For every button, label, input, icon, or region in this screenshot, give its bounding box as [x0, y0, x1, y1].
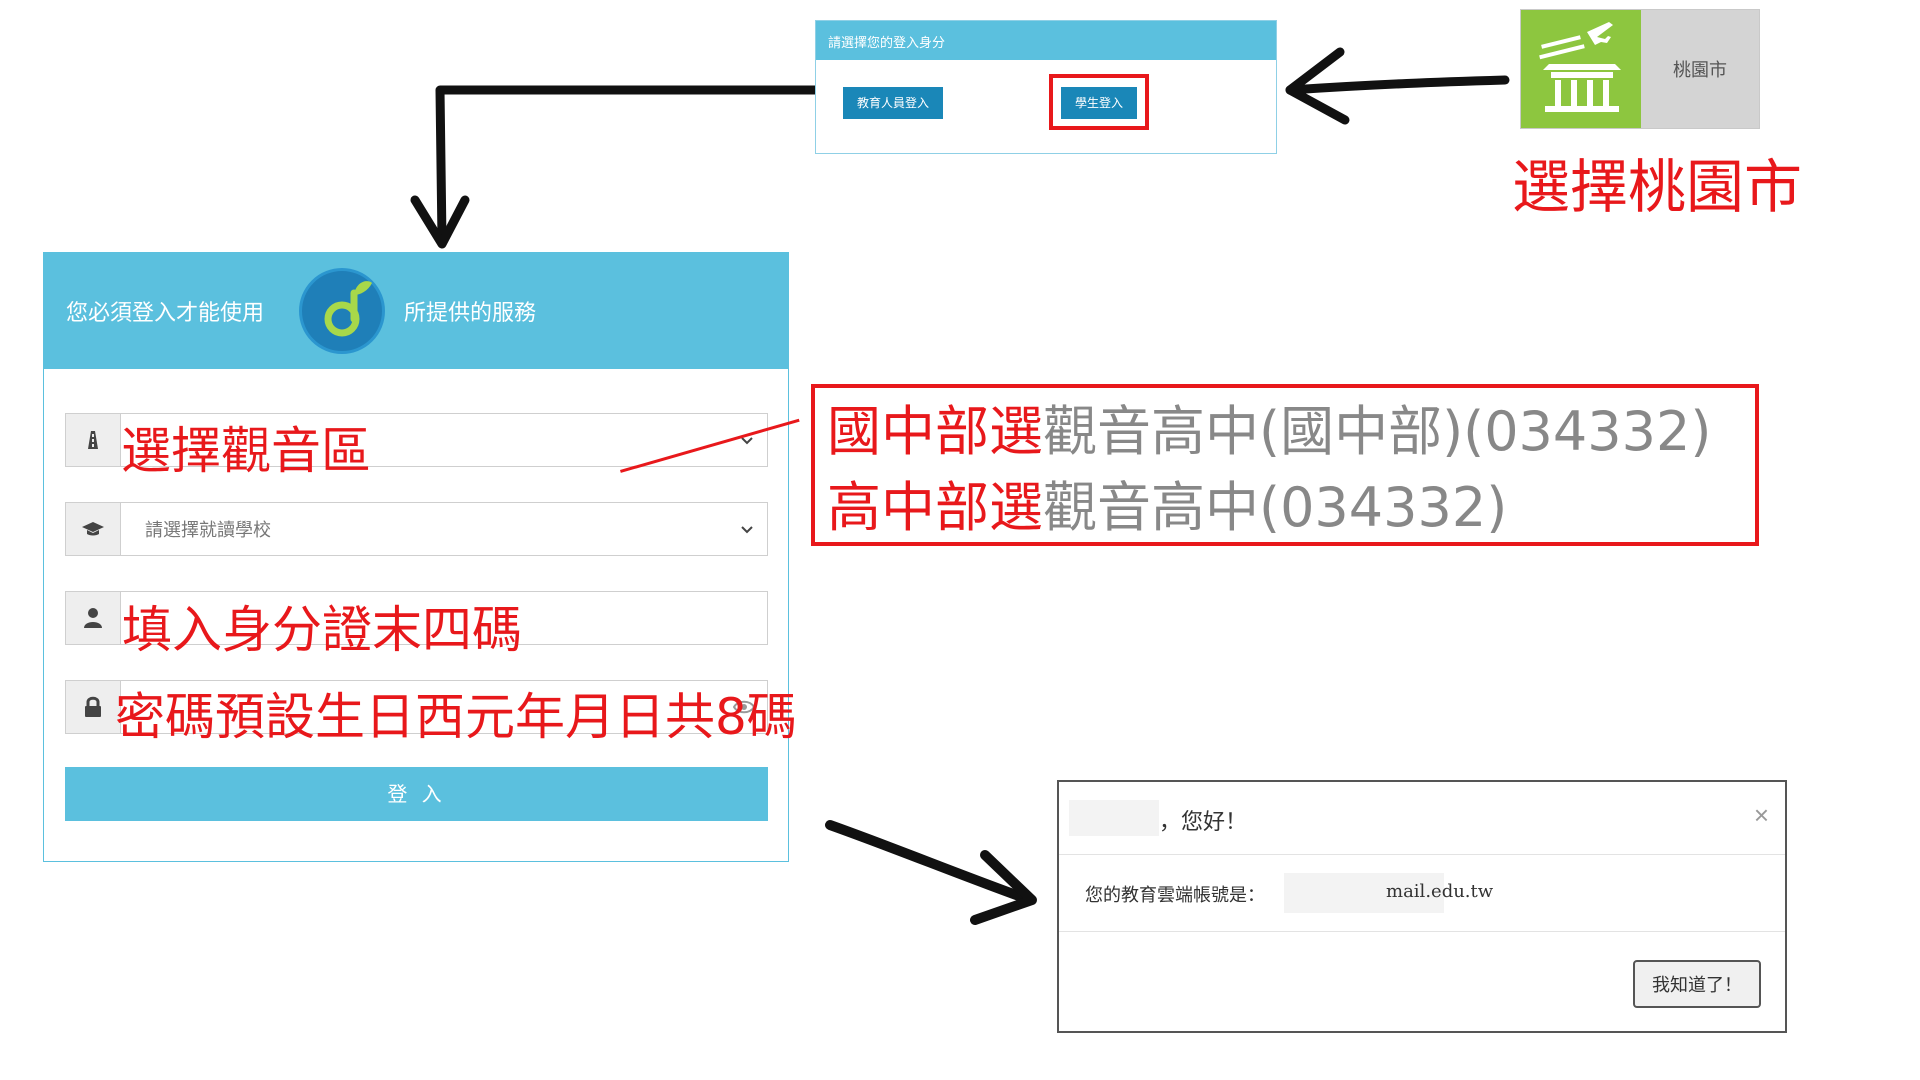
arrow-role-to-login-head: [410, 195, 470, 249]
role-panel-title: 請選擇您的登入身分: [816, 21, 1276, 60]
school-select[interactable]: 請選擇就讀學校: [65, 502, 768, 556]
arrow-login-to-dialog-head: [970, 850, 1037, 925]
temple-airplane-icon: [1539, 22, 1621, 112]
dialog-body: 您的教育雲端帳號是： mail.edu.tw: [1059, 855, 1785, 932]
lock-icon: [66, 681, 121, 733]
school-select-control[interactable]: 請選擇就讀學校: [121, 503, 767, 555]
close-icon[interactable]: ×: [1754, 800, 1769, 831]
login-header-right-text: 所提供的服務: [404, 301, 537, 326]
senior-school-name: 觀音高中(034332): [1043, 476, 1508, 539]
redacted-name: [1069, 800, 1159, 836]
school-choice-annotation: 國中部選觀音高中(國中部)(034332) 高中部選觀音高中(034332): [811, 384, 1759, 546]
city-icon: [1521, 10, 1641, 128]
annotation-password-birthday: 密碼預設生日西元年月日共8碼: [115, 688, 797, 746]
education-cloud-logo: [299, 268, 385, 354]
login-header-left-text: 您必須登入才能使用: [66, 301, 265, 326]
teacher-login-button[interactable]: 教育人員登入: [843, 87, 943, 119]
junior-prefix: 國中部選: [827, 400, 1043, 463]
city-name: 桃園市: [1641, 10, 1759, 128]
school-select-placeholder: 請選擇就讀學校: [145, 520, 271, 541]
city-tile-taoyuan[interactable]: 桃園市: [1520, 9, 1760, 129]
user-icon: [66, 592, 121, 644]
arrow-login-to-dialog: [825, 820, 1035, 905]
annotation-select-city: 選擇桃園市: [1512, 153, 1803, 221]
account-dialog: ，您好！ × 您的教育雲端帳號是： mail.edu.tw 我知道了！: [1057, 780, 1787, 1033]
dialog-greeting: ，您好！: [1159, 810, 1248, 835]
role-selection-panel: 請選擇您的登入身分 教育人員登入 學生登入: [815, 20, 1277, 154]
arrow-role-to-login: [435, 85, 820, 245]
senior-school-line: 高中部選觀音高中(034332): [827, 470, 1755, 546]
account-label: 您的教育雲端帳號是：: [1085, 885, 1265, 906]
chevron-down-icon: [741, 526, 753, 534]
login-header: 您必須登入才能使用 所提供的服務: [44, 253, 788, 369]
acknowledge-button[interactable]: 我知道了！: [1633, 960, 1761, 1008]
junior-school-name: 觀音高中(國中部)(034332): [1043, 400, 1712, 463]
graduation-cap-icon: [66, 503, 121, 555]
account-value: mail.edu.tw: [1386, 881, 1494, 902]
road-icon: [66, 414, 121, 466]
login-button[interactable]: 登 入: [65, 767, 768, 821]
dialog-header: ，您好！ ×: [1059, 782, 1785, 855]
arrow-city-to-role: [1285, 75, 1510, 95]
senior-prefix: 高中部選: [827, 476, 1043, 539]
annotation-select-district: 選擇觀音區: [121, 422, 371, 480]
junior-school-line: 國中部選觀音高中(國中部)(034332): [827, 394, 1755, 470]
arrow-city-to-role-head: [1285, 47, 1350, 125]
login-panel: 您必須登入才能使用 所提供的服務 請選擇就讀學校 登 入: [43, 252, 789, 862]
sprout-logo-icon: [324, 281, 372, 337]
student-login-button[interactable]: 學生登入: [1061, 87, 1137, 119]
annotation-id-last-four: 填入身分證末四碼: [122, 601, 522, 659]
